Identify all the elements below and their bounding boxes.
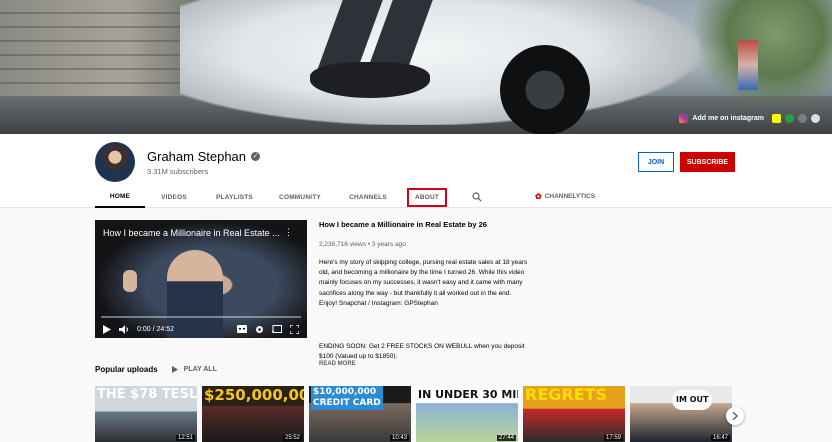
video-duration: 25:52 [282, 435, 302, 441]
settings-gear-icon[interactable] [255, 325, 264, 334]
more-vert-icon[interactable]: ⋮ [284, 227, 293, 238]
home-content: How I became a Millionaire in Real Estat… [0, 208, 832, 442]
captions-icon[interactable] [237, 325, 247, 333]
instagram-icon[interactable] [679, 113, 689, 123]
banner-flag [738, 40, 758, 90]
read-more-link[interactable]: READ MORE [319, 361, 529, 367]
channelytics-tab[interactable]: ✿ CHANNELYTICS [535, 192, 595, 201]
channel-header: Graham Stephan ✓ 3.31M subscribers JOIN … [0, 134, 832, 208]
avatar[interactable] [95, 142, 135, 182]
tab-playlists[interactable]: PLAYLISTS [203, 186, 266, 208]
play-icon [171, 366, 178, 373]
play-icon[interactable] [103, 324, 111, 334]
featured-video-title[interactable]: How I became a Millionaire in Real Estat… [319, 220, 529, 229]
video-duration: 10:43 [389, 435, 409, 441]
thumbnail-caption: IN UNDER 30 MIN [418, 388, 518, 401]
channel-banner: Add me on instagram [0, 0, 832, 134]
banner-link-label[interactable]: Add me on instagram [692, 115, 764, 122]
video-duration: 12:51 [175, 435, 195, 441]
video-thumbnail[interactable]: $250,000,000 25:52 [202, 386, 304, 442]
tab-about[interactable]: ABOUT [402, 186, 452, 208]
featured-video-player[interactable]: How I became a Millionaire in Real Estat… [95, 220, 307, 338]
player-controls: 0:00 / 24:52 [95, 320, 307, 338]
play-all-label: PLAY ALL [183, 366, 217, 373]
section-title[interactable]: Popular uploads [95, 365, 158, 374]
tab-label: CHANNELS [349, 193, 387, 201]
featured-video-description-promo: ENDING SOON: Get 2 FREE STOCKS ON WEBULL… [319, 343, 525, 359]
shelf-next-button[interactable] [726, 407, 744, 425]
subscribe-button[interactable]: SUBSCRIBE [680, 152, 735, 172]
popular-uploads-header: Popular uploads PLAY ALL [95, 365, 217, 374]
banner-tree [690, 0, 832, 110]
join-button[interactable]: JOIN [638, 152, 674, 172]
thumbnail-caption: $250,000,000 [204, 386, 304, 404]
time-display: 0:00 / 24:52 [137, 325, 174, 333]
tab-channels[interactable]: CHANNELS [334, 186, 402, 208]
tab-community[interactable]: COMMUNITY [266, 186, 334, 208]
video-duration: 17:59 [603, 435, 623, 441]
banner-car-grille [310, 62, 430, 98]
video-thumbnail[interactable]: THE $78 TESLA 12:51 [95, 386, 197, 442]
progress-bar[interactable] [101, 316, 301, 318]
tab-label: HOME [109, 192, 131, 200]
video-duration: 27:44 [496, 435, 516, 441]
featured-video-info: How I became a Millionaire in Real Estat… [319, 220, 529, 367]
banner-links: Add me on instagram [679, 112, 820, 124]
channel-tabs: HOME VIDEOS PLAYLISTS COMMUNITY CHANNELS… [95, 186, 487, 208]
tab-label: ABOUT [406, 187, 448, 207]
player-title[interactable]: How I became a Millionaire in Real Estat… [103, 228, 280, 238]
thumbnail-caption: REGRETS [525, 386, 608, 404]
snapchat-icon[interactable] [772, 113, 781, 123]
thumbnail-caption: THE $78 TESLA [97, 387, 197, 402]
video-duration: 16:47 [710, 435, 730, 441]
channel-search-button[interactable] [467, 186, 487, 208]
video-frame-hand [123, 270, 137, 292]
featured-video-meta: 2,238,716 views • 3 years ago [319, 241, 406, 248]
tab-home[interactable]: HOME [95, 186, 145, 208]
channelytics-label: CHANNELYTICS [544, 193, 596, 200]
tab-label: VIDEOS [161, 193, 187, 201]
thumbnail-caption: IM OUT [672, 390, 713, 410]
play-all-button[interactable]: PLAY ALL [171, 366, 217, 373]
banner-car [180, 0, 700, 125]
channelytics-icon: ✿ [535, 192, 542, 201]
tab-label: PLAYLISTS [216, 193, 253, 201]
thumbnail-caption: $10,000,000 CREDIT CARD [311, 386, 383, 410]
verified-icon: ✓ [251, 152, 261, 161]
banner-car-wheel [500, 45, 590, 134]
popular-uploads-shelf: THE $78 TESLA 12:51 $250,000,000 25:52 $… [95, 386, 732, 442]
chevron-right-icon [732, 412, 738, 420]
link-icon[interactable] [798, 113, 807, 123]
video-thumbnail[interactable]: IN UNDER 30 MIN 27:44 [416, 386, 518, 442]
featured-video-description: Here's my story of skipping college, pur… [319, 259, 528, 307]
link-icon[interactable] [811, 113, 820, 123]
video-thumbnail[interactable]: REGRETS 17:59 [523, 386, 625, 442]
link-icon[interactable] [785, 113, 794, 123]
video-thumbnail[interactable]: IM OUT 16:47 [630, 386, 732, 442]
channel-name-text: Graham Stephan [147, 149, 247, 164]
tab-videos[interactable]: VIDEOS [145, 186, 203, 208]
video-thumbnail[interactable]: $10,000,000 CREDIT CARD 10:43 [309, 386, 411, 442]
channel-name: Graham Stephan ✓ [147, 149, 261, 164]
search-icon [472, 192, 482, 202]
volume-icon[interactable] [119, 324, 129, 334]
subscriber-count: 3.31M subscribers [147, 167, 209, 176]
tab-label: COMMUNITY [279, 193, 321, 201]
cast-icon[interactable] [272, 325, 282, 333]
fullscreen-icon[interactable] [290, 324, 299, 334]
